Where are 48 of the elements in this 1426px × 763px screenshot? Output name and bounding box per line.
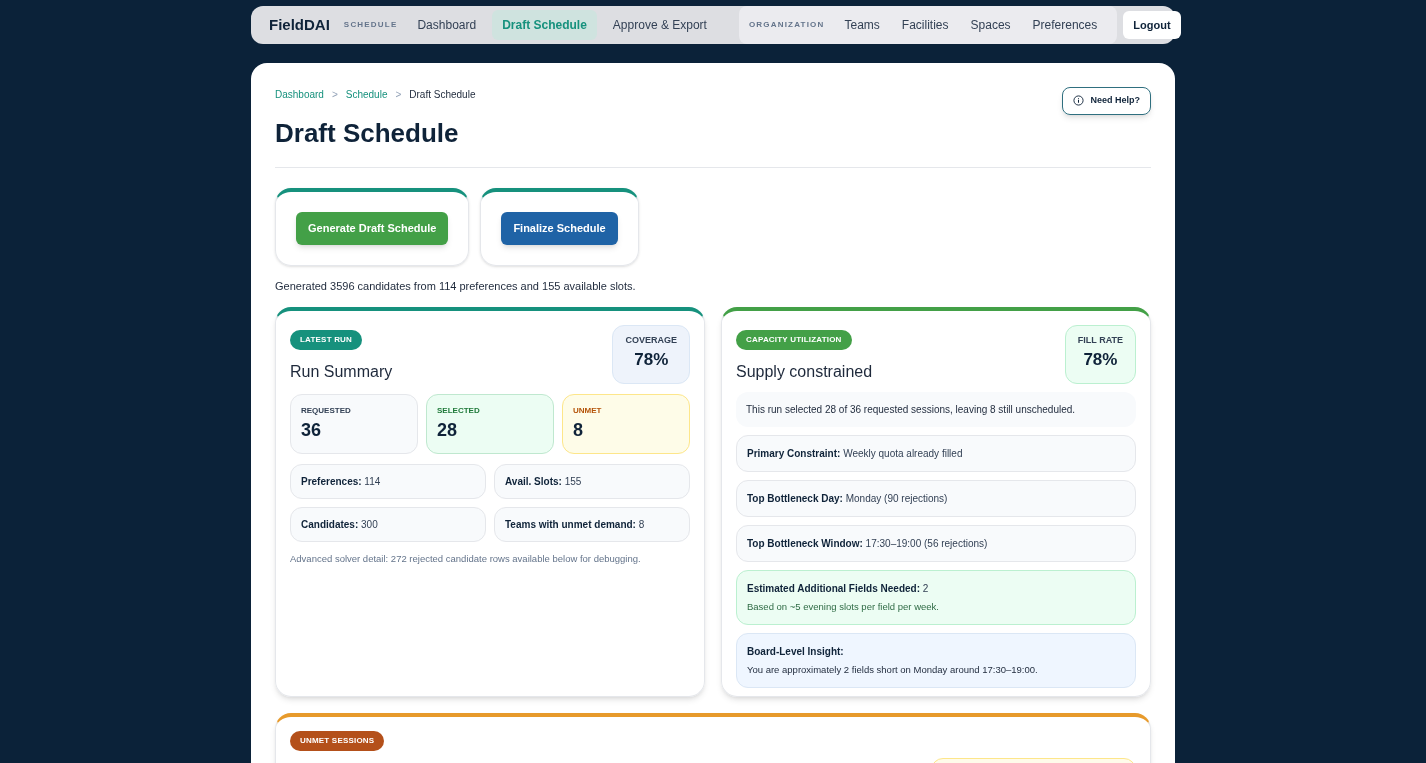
card-title: Run Summary <box>290 361 393 382</box>
nav-tab[interactable]: Dashboard <box>407 10 487 40</box>
detail-text: Avail. Slots: 155 <box>505 474 582 489</box>
page-title: Draft Schedule <box>275 117 460 150</box>
card-title: Supply constrained <box>736 361 873 382</box>
insight-text: Top Bottleneck Window: 17:30–19:00 (56 rejections) <box>747 536 989 551</box>
nav-group-label: SCHEDULE <box>343 19 398 31</box>
solver-note: Advanced solver detail: 272 rejected candidate rows available below for debugging. <box>290 551 642 566</box>
info-icon <box>1073 95 1085 107</box>
help-button[interactable]: Need Help? <box>1062 87 1151 115</box>
metric-value: 78% <box>1083 349 1118 371</box>
insight-detail: You are approximately 2 fields short on Monday around 17:30–19:00. <box>747 662 1039 677</box>
nav-group-label: ORGANIZATION <box>748 19 825 31</box>
brand-logo: FieldDAI <box>269 14 330 35</box>
action-button[interactable]: Finalize Schedule <box>501 212 618 245</box>
metric-label: FILL RATE <box>1077 333 1123 347</box>
metric-value: 78% <box>634 349 669 371</box>
section-badge: UNMET SESSIONS <box>290 730 385 751</box>
insight-text: Primary Constraint: Weekly quota already filled <box>747 446 964 461</box>
breadcrumb-link[interactable]: Dashboard <box>275 87 324 102</box>
stat-value: 36 <box>301 418 323 442</box>
nav-tab[interactable]: Teams <box>834 10 890 40</box>
logout-button[interactable]: Logout <box>1123 10 1181 40</box>
stat-label: SELECTED <box>437 404 481 417</box>
nav-tab[interactable]: Approve & Export <box>602 10 717 40</box>
nav-tab[interactable]: Preferences <box>1022 10 1108 40</box>
detail-text: Candidates: 300 <box>301 517 378 532</box>
insight-text: Board-Level Insight: <box>747 644 845 659</box>
section-badge: LATEST RUN <box>290 329 363 350</box>
insight-text: Estimated Additional Fields Needed: 2 <box>747 581 930 596</box>
stat-label: REQUESTED <box>301 404 352 417</box>
detail-text: Teams with unmet demand: 8 <box>505 517 645 532</box>
nav-tab[interactable]: Facilities <box>891 10 959 40</box>
section-badge: CAPACITY UTILIZATION <box>736 329 852 350</box>
insight-text: Top Bottleneck Day: Monday (90 rejections) <box>747 491 949 506</box>
stat-value: 8 <box>573 418 584 442</box>
nav-tab[interactable]: Spaces <box>960 10 1021 40</box>
detail-text: Preferences: 114 <box>301 474 381 489</box>
breadcrumb-separator: > <box>395 88 402 102</box>
breadcrumb-current: Draft Schedule <box>409 88 476 102</box>
capacity-summary: This run selected 28 of 36 requested sessions, leaving 8 still unscheduled. <box>736 391 1136 427</box>
status-message: Generated 3596 candidates from 114 preferences and 155 available slots. <box>275 279 637 294</box>
stat-value: 28 <box>437 418 459 442</box>
breadcrumb-link[interactable]: Schedule <box>345 87 388 102</box>
metric-label: COVERAGE <box>625 333 677 347</box>
stat-label: UNMET <box>573 404 603 417</box>
insight-detail: Based on ~5 evening slots per field per week. <box>747 599 940 614</box>
breadcrumb-separator: > <box>331 88 338 102</box>
